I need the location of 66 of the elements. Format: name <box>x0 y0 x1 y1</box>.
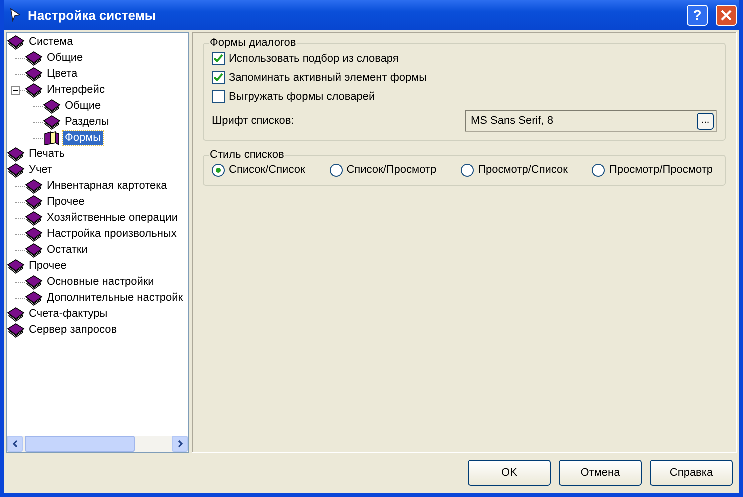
tree-item[interactable]: Система <box>27 35 76 49</box>
radio-button[interactable] <box>330 164 343 176</box>
collapse-icon[interactable] <box>11 86 20 95</box>
horizontal-scrollbar[interactable] <box>7 436 188 452</box>
cursor-icon <box>8 8 22 22</box>
book-icon <box>25 290 43 306</box>
help-button[interactable]: ? <box>687 4 708 26</box>
dialog-button[interactable]: OK <box>468 460 551 486</box>
book-icon <box>25 226 43 242</box>
book-icon <box>25 50 43 66</box>
tree-item[interactable]: Интерфейс <box>45 83 107 97</box>
scroll-thumb[interactable] <box>25 436 135 452</box>
font-field[interactable]: MS Sans Serif, 8 ... <box>465 110 717 132</box>
tree-item[interactable]: Общие <box>45 51 86 65</box>
tree-item[interactable]: Прочее <box>45 195 87 209</box>
field-label: Шрифт списков: <box>212 115 294 127</box>
book-icon <box>25 82 43 98</box>
tree-item[interactable]: Дополнительные настройк <box>45 291 186 305</box>
close-button[interactable] <box>716 4 737 26</box>
group-title: Стиль списков <box>209 149 286 161</box>
tree-item[interactable]: Учет <box>27 163 55 177</box>
book-icon <box>25 66 43 82</box>
close-icon <box>720 8 733 22</box>
tree-item[interactable]: Прочее <box>27 259 69 273</box>
checkbox[interactable] <box>212 71 225 84</box>
book-icon <box>25 194 43 210</box>
check-icon <box>213 72 224 83</box>
open-book-icon <box>43 130 61 146</box>
checkbox-label: Запоминать активный элемент формы <box>229 72 428 84</box>
checkbox[interactable] <box>212 52 225 65</box>
tree-item[interactable]: Настройка произвольных <box>45 227 179 241</box>
browse-button[interactable]: ... <box>697 112 714 130</box>
radio-button[interactable] <box>461 164 474 176</box>
group-title: Формы диалогов <box>209 37 298 49</box>
radio-button[interactable] <box>212 164 225 176</box>
book-icon <box>25 242 43 258</box>
radio-label: Список/Просмотр <box>346 164 437 176</box>
book-icon <box>25 178 43 194</box>
dialog-button[interactable]: Справка <box>650 460 733 486</box>
book-icon <box>25 274 43 290</box>
tree-item[interactable]: Остатки <box>45 243 90 257</box>
book-icon <box>43 114 61 130</box>
checkbox-label: Выгружать формы словарей <box>229 90 376 102</box>
tree-item[interactable]: Разделы <box>63 115 112 129</box>
dialog-button[interactable]: Отмена <box>559 460 642 486</box>
checkbox-label: Использовать подбор из словаря <box>229 52 399 64</box>
tree-item[interactable]: Хозяйственные операции <box>45 211 180 225</box>
check-icon <box>213 53 224 64</box>
window-title: Настройка системы <box>28 8 158 22</box>
tree-item[interactable]: Сервер запросов <box>27 323 120 337</box>
book-icon <box>25 210 43 226</box>
tree-item[interactable]: Счета-фактуры <box>27 307 110 321</box>
tree-item[interactable]: Общие <box>63 99 104 113</box>
tree-item[interactable]: Формы <box>63 131 104 145</box>
tree-item[interactable]: Печать <box>27 147 68 161</box>
scroll-right-button[interactable] <box>172 436 188 452</box>
checkbox[interactable] <box>212 90 225 103</box>
radio-label: Список/Список <box>229 164 306 176</box>
radio-label: Просмотр/Просмотр <box>609 164 713 176</box>
scroll-left-button[interactable] <box>7 436 23 452</box>
tree-item[interactable]: Основные настройки <box>45 275 156 289</box>
radio-button[interactable] <box>592 164 606 176</box>
radio-label: Просмотр/Список <box>478 164 568 176</box>
tree-item[interactable]: Инвентарная картотека <box>45 179 170 193</box>
book-icon <box>43 98 61 114</box>
tree-item[interactable]: Цвета <box>45 67 80 81</box>
